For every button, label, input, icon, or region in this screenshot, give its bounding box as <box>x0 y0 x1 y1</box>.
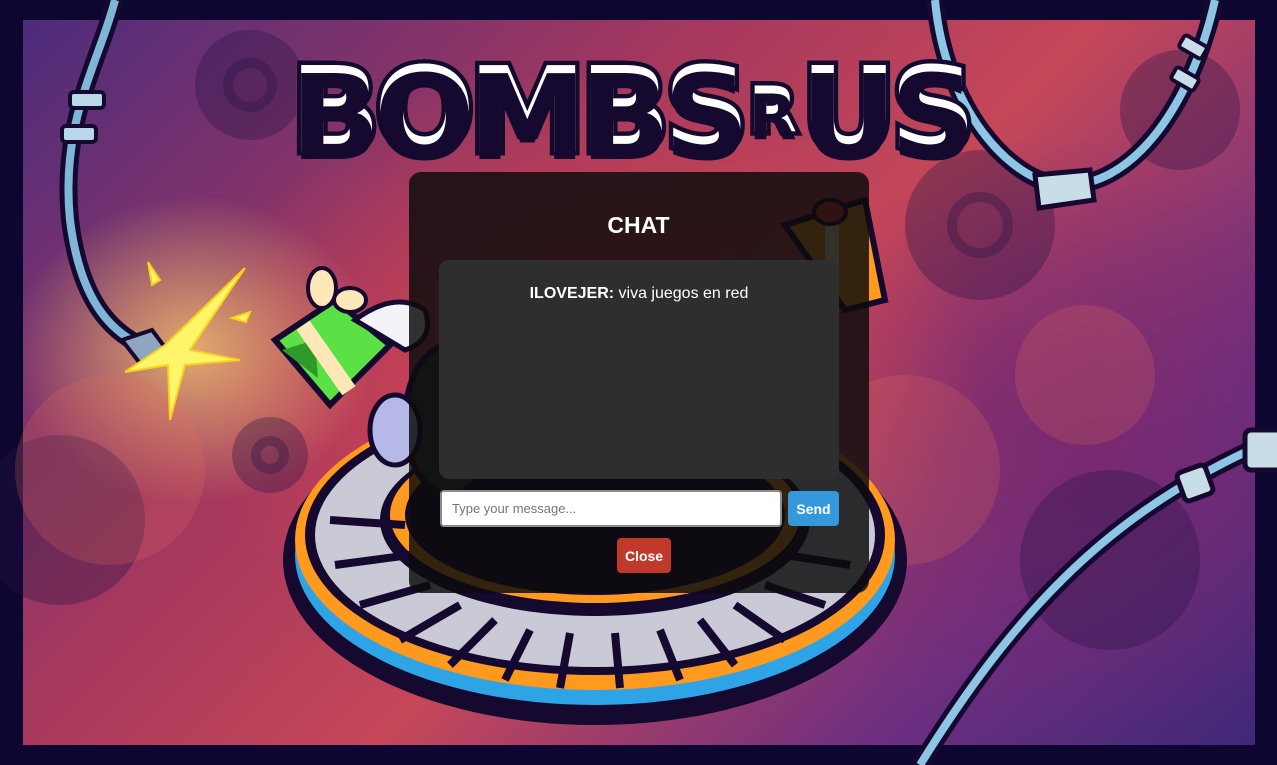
message-text: viva juegos en red <box>614 285 749 302</box>
message-sender: ILOVEJER: <box>529 285 615 302</box>
message-input[interactable] <box>440 490 782 527</box>
chat-messages[interactable]: ILOVEJER: viva juegos en red <box>439 260 839 479</box>
left-cable-icon <box>59 0 174 369</box>
logo-word-bombs: BOMBS <box>286 40 754 179</box>
logo-text: BOMBS R US <box>286 22 980 197</box>
game-logo: BOMBS R US <box>286 22 980 197</box>
send-button[interactable]: Send <box>788 491 839 526</box>
logo-word-r: R <box>745 72 802 146</box>
chat-title: CHAT <box>607 212 670 238</box>
gift-box-icon <box>270 266 395 410</box>
close-button[interactable]: Close <box>617 538 671 573</box>
logo-word-us: US <box>796 40 980 179</box>
chat-message: ILOVEJER: viva juegos en red <box>439 284 839 304</box>
